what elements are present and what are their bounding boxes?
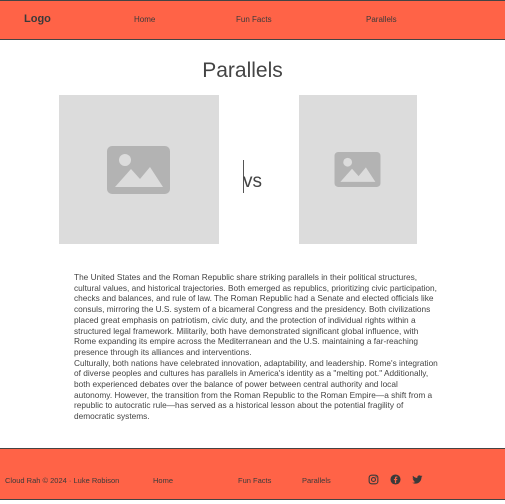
instagram-icon[interactable]: [368, 474, 379, 485]
image-placeholder-icon: [334, 152, 381, 187]
rome-image-placeholder: [299, 95, 417, 244]
parallels-article: The United States and the Roman Republic…: [74, 272, 438, 422]
paragraph-political: The United States and the Roman Republic…: [74, 272, 437, 357]
footer-fun-facts-link[interactable]: Fun Facts: [238, 476, 271, 485]
footer-home-link[interactable]: Home: [153, 476, 173, 485]
twitter-icon[interactable]: [412, 474, 423, 485]
logo[interactable]: Logo: [24, 13, 51, 25]
site-header: Logo Home Fun Facts Parallels: [0, 0, 505, 40]
nav-parallels-link[interactable]: Parallels: [366, 15, 397, 24]
vs-label: vs: [243, 171, 262, 192]
footer-parallels-link[interactable]: Parallels: [302, 476, 331, 485]
site-footer: Cloud Rah © 2024 · Luke Robison Home Fun…: [0, 448, 505, 500]
copyright-text: Cloud Rah © 2024 · Luke Robison: [5, 476, 120, 485]
paragraph-cultural: Culturally, both nations have celebrated…: [74, 357, 438, 422]
nav-fun-facts-link[interactable]: Fun Facts: [236, 15, 272, 24]
nav-home-link[interactable]: Home: [134, 15, 155, 24]
us-image-placeholder: [59, 95, 219, 244]
page-title: Parallels: [202, 59, 283, 82]
image-placeholder-icon: [107, 146, 170, 194]
facebook-icon[interactable]: [390, 474, 401, 485]
